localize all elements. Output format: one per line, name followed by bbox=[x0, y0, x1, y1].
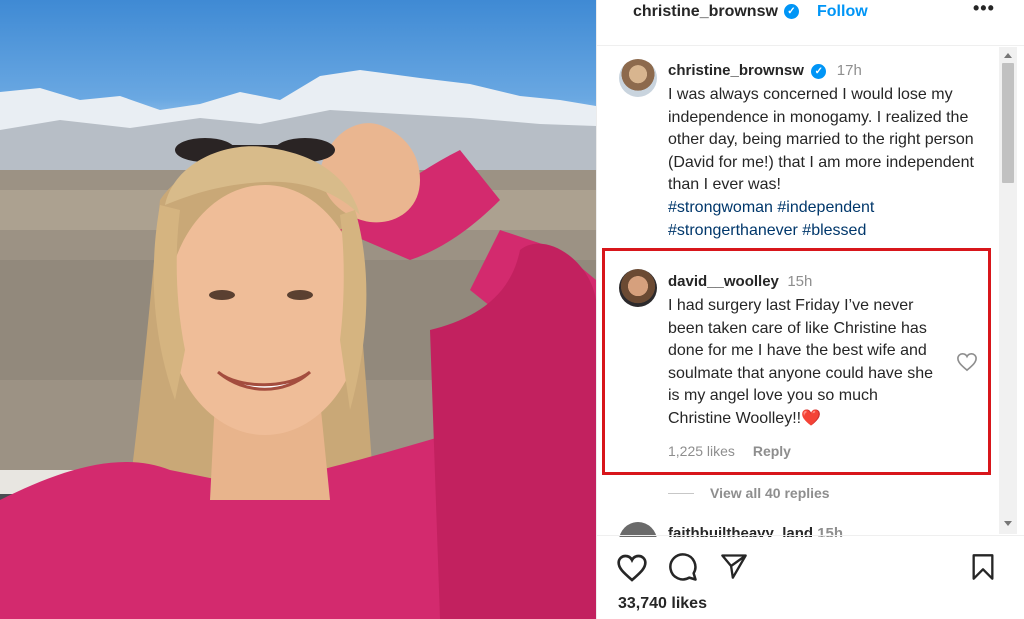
post-actions: 33,740 likes bbox=[597, 535, 1024, 619]
post-sidebar: christine_brownsw ✓ Follow ••• christine… bbox=[596, 0, 1024, 619]
comment-header: david__woolley 15h bbox=[668, 273, 812, 291]
comments-scrollbar[interactable] bbox=[999, 47, 1017, 534]
comment-like-heart-icon[interactable] bbox=[956, 352, 978, 372]
caption-header: christine_brownsw ✓ 17h bbox=[668, 62, 862, 80]
caption-text: I was always concerned I would lose my i… bbox=[668, 84, 988, 242]
replies-divider bbox=[668, 493, 694, 494]
scrollbar-thumb[interactable] bbox=[1002, 63, 1014, 183]
hashtags-line[interactable]: #strongerthanever #blessed bbox=[668, 222, 866, 239]
comment-text: I had surgery last Friday I’ve never bee… bbox=[668, 295, 938, 431]
hashtags-line[interactable]: #strongwoman #independent bbox=[668, 199, 874, 216]
comments-list[interactable]: christine_brownsw ✓ 17h I was always con… bbox=[597, 47, 997, 537]
caption-timestamp[interactable]: 17h bbox=[837, 62, 862, 79]
scroll-up-arrow-icon[interactable] bbox=[1004, 53, 1012, 58]
bookmark-icon[interactable] bbox=[971, 553, 995, 581]
speech-bubble-icon[interactable] bbox=[668, 552, 698, 582]
scroll-down-arrow-icon[interactable] bbox=[1004, 521, 1012, 526]
verified-badge-icon: ✓ bbox=[784, 4, 799, 19]
caption-body: I was always concerned I would lose my i… bbox=[668, 86, 974, 194]
post-header: christine_brownsw ✓ Follow ••• bbox=[597, 0, 1024, 46]
comment-likes-count[interactable]: 1,225 likes bbox=[668, 443, 735, 459]
view-replies-label: View all 40 replies bbox=[710, 485, 830, 501]
caption-username[interactable]: christine_brownsw bbox=[668, 62, 804, 79]
comment-username[interactable]: david__woolley bbox=[668, 273, 779, 290]
view-replies-button[interactable]: View all 40 replies bbox=[668, 485, 830, 501]
post-photo-illustration bbox=[0, 70, 596, 619]
comment-meta: 1,225 likes Reply bbox=[668, 443, 791, 459]
comment-body: I had surgery last Friday I’ve never bee… bbox=[668, 297, 934, 427]
heart-outline-icon[interactable] bbox=[616, 553, 648, 583]
comment-timestamp[interactable]: 15h bbox=[787, 273, 812, 290]
post-photo bbox=[0, 0, 596, 619]
avatar[interactable] bbox=[619, 59, 657, 97]
red-heart-emoji: ❤️ bbox=[801, 409, 822, 427]
more-options-icon[interactable]: ••• bbox=[973, 0, 995, 19]
paper-plane-icon[interactable] bbox=[720, 552, 748, 580]
verified-badge-icon: ✓ bbox=[811, 64, 827, 79]
post-likes-count[interactable]: 33,740 likes bbox=[618, 595, 707, 613]
avatar[interactable] bbox=[619, 269, 657, 307]
reply-button[interactable]: Reply bbox=[753, 443, 791, 459]
header-username[interactable]: christine_brownsw bbox=[633, 3, 778, 21]
follow-button[interactable]: Follow bbox=[817, 3, 868, 21]
